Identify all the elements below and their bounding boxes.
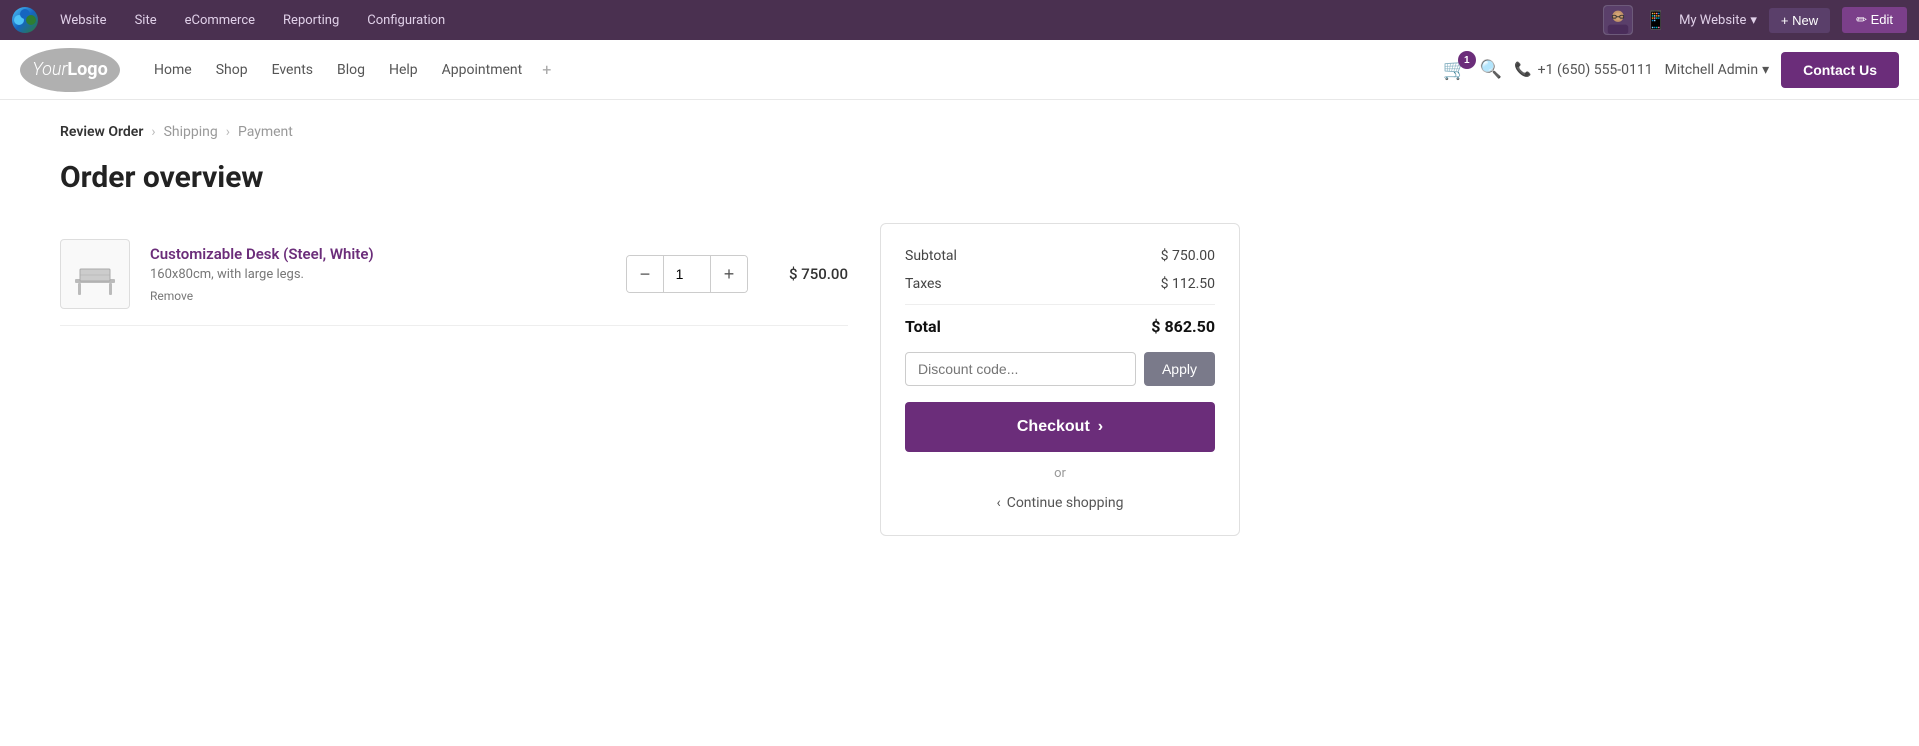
taxes-row: Taxes $ 112.50	[905, 276, 1215, 292]
cart-section: Customizable Desk (Steel, White) 160x80c…	[60, 223, 848, 326]
phone-area: 📞 +1 (650) 555-0111	[1514, 62, 1652, 78]
or-divider: or	[905, 466, 1215, 481]
discount-row: Apply	[905, 352, 1215, 386]
admin-nav-configuration[interactable]: Configuration	[361, 9, 451, 32]
nav-add-button[interactable]: +	[536, 56, 557, 83]
continue-label: Continue shopping	[1007, 495, 1124, 511]
total-value: $ 862.50	[1151, 317, 1215, 336]
taxes-value: $ 112.50	[1161, 276, 1215, 292]
continue-arrow-icon: ‹	[996, 495, 1000, 511]
nav-home[interactable]: Home	[144, 54, 202, 86]
breadcrumb-sep2: ›	[226, 124, 230, 140]
product-info: Customizable Desk (Steel, White) 160x80c…	[150, 245, 606, 304]
admin-bar: Website Site eCommerce Reporting Configu…	[0, 0, 1919, 40]
admin-nav-reporting[interactable]: Reporting	[277, 9, 345, 32]
product-price: $ 750.00	[768, 265, 848, 283]
nav-shop[interactable]: Shop	[206, 54, 258, 86]
qty-decrease-button[interactable]: −	[627, 256, 663, 292]
order-layout: Customizable Desk (Steel, White) 160x80c…	[60, 223, 1240, 536]
phone-number: +1 (650) 555-0111	[1538, 62, 1653, 78]
edit-button[interactable]: ✏ Edit	[1842, 7, 1907, 33]
total-row: Total $ 862.50	[905, 304, 1215, 336]
taxes-label: Taxes	[905, 276, 942, 292]
odoo-logo[interactable]	[12, 7, 38, 33]
product-name[interactable]: Customizable Desk (Steel, White)	[150, 245, 606, 263]
page-title: Order overview	[60, 160, 1240, 195]
apply-button[interactable]: Apply	[1144, 352, 1215, 386]
logo-logo: Logo	[67, 59, 107, 80]
nav-appointment[interactable]: Appointment	[432, 54, 533, 86]
main-content: Review Order › Shipping › Payment Order …	[0, 100, 1300, 560]
breadcrumb-step3[interactable]: Payment	[238, 124, 293, 140]
checkout-arrow: ›	[1098, 418, 1103, 436]
cart-button[interactable]: 🛒 1	[1443, 57, 1468, 82]
breadcrumb: Review Order › Shipping › Payment	[60, 124, 1240, 140]
checkout-button[interactable]: Checkout ›	[905, 402, 1215, 452]
search-button[interactable]: 🔍	[1480, 59, 1502, 80]
admin-nav-website[interactable]: Website	[54, 9, 113, 32]
admin-nav-site[interactable]: Site	[129, 9, 163, 32]
admin-nav-ecommerce[interactable]: eCommerce	[179, 9, 261, 32]
qty-control[interactable]: − +	[626, 255, 748, 293]
my-website-dropdown[interactable]: My Website ▾	[1679, 13, 1757, 28]
product-image	[60, 239, 130, 309]
total-label: Total	[905, 317, 941, 336]
breadcrumb-step2[interactable]: Shipping	[164, 124, 218, 140]
subtotal-label: Subtotal	[905, 248, 957, 264]
website-nav: YourLogo Home Shop Events Blog Help Appo…	[0, 40, 1919, 100]
phone-icon: 📞	[1514, 62, 1531, 78]
user-dropdown[interactable]: Mitchell Admin ▾	[1665, 62, 1769, 78]
nav-blog[interactable]: Blog	[327, 54, 375, 86]
logo-your: Your	[32, 59, 67, 80]
summary-panel: Subtotal $ 750.00 Taxes $ 112.50 Total $…	[880, 223, 1240, 536]
remove-link[interactable]: Remove	[150, 289, 193, 303]
qty-input[interactable]	[663, 256, 711, 292]
continue-shopping-link[interactable]: ‹ Continue shopping	[905, 495, 1215, 511]
breadcrumb-sep1: ›	[151, 124, 155, 140]
user-name: Mitchell Admin	[1665, 62, 1758, 78]
nav-right: 🛒 1 🔍 📞 +1 (650) 555-0111 Mitchell Admin…	[1443, 52, 1899, 88]
admin-avatar[interactable]	[1603, 5, 1633, 35]
product-variant: 160x80cm, with large legs.	[150, 267, 606, 282]
cart-badge: 1	[1458, 51, 1476, 69]
contact-us-button[interactable]: Contact Us	[1781, 52, 1899, 88]
user-dropdown-arrow: ▾	[1762, 62, 1769, 78]
new-button[interactable]: + New	[1769, 8, 1830, 33]
breadcrumb-step1[interactable]: Review Order	[60, 124, 143, 140]
mobile-icon[interactable]: 📱	[1645, 10, 1667, 31]
discount-input[interactable]	[905, 352, 1136, 386]
logo[interactable]: YourLogo	[20, 48, 120, 92]
subtotal-value: $ 750.00	[1161, 248, 1215, 264]
subtotal-row: Subtotal $ 750.00	[905, 248, 1215, 264]
nav-links: Home Shop Events Blog Help Appointment +	[144, 54, 557, 86]
nav-events[interactable]: Events	[262, 54, 323, 86]
nav-help[interactable]: Help	[379, 54, 428, 86]
qty-increase-button[interactable]: +	[711, 256, 747, 292]
table-row: Customizable Desk (Steel, White) 160x80c…	[60, 223, 848, 326]
